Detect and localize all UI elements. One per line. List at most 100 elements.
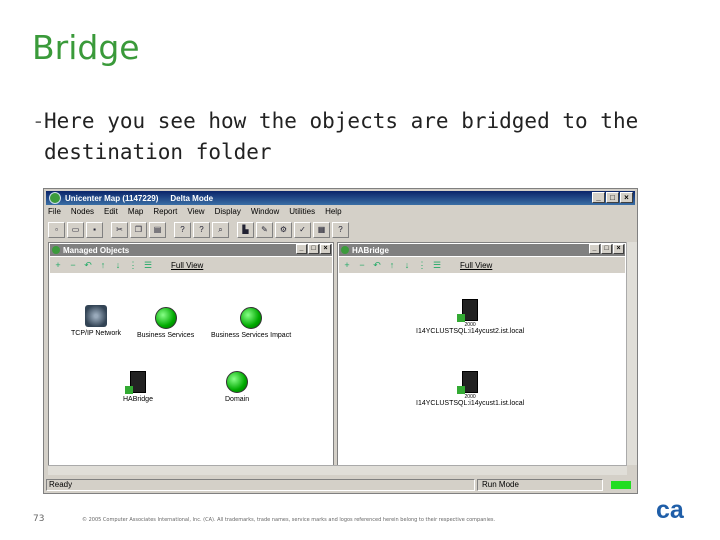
server-icon	[124, 371, 146, 394]
pane-icon	[52, 246, 60, 254]
pane-toolbar: + − ↶ ↑ ↓ ⋮ ☰ Full View	[50, 257, 332, 273]
check-icon[interactable]: ✓	[294, 222, 311, 238]
menu-window[interactable]: Window	[251, 207, 279, 219]
new-icon[interactable]: ▫	[48, 222, 65, 238]
tree-icon[interactable]: ⋮	[416, 259, 428, 271]
unicenter-map-window: Unicenter Map (1147229) Delta Mode _ □ ×…	[43, 188, 638, 494]
status-ready: Ready	[46, 479, 475, 491]
full-view-button[interactable]: Full View	[171, 261, 203, 270]
chart-edit-icon[interactable]: ✎	[256, 222, 273, 238]
object-label: I14YCLUSTSQL:i14ycust2.ist.local	[416, 328, 525, 335]
pane-minimize-button[interactable]: _	[296, 244, 307, 254]
bullet-dash: -	[32, 109, 45, 133]
object-business-services[interactable]: Business Services	[137, 307, 194, 339]
save-icon[interactable]: ▪	[86, 222, 103, 238]
habridge-title: HABridge	[352, 245, 389, 255]
object-label: Domain	[225, 396, 250, 403]
object-habridge[interactable]: HABridge	[123, 371, 153, 403]
back-icon[interactable]: ↶	[82, 259, 94, 271]
down-icon[interactable]: ↓	[401, 259, 413, 271]
menu-bar: File Nodes Edit Map Report View Display …	[48, 207, 342, 219]
pane-maximize-button[interactable]: □	[308, 244, 319, 254]
chart-icon[interactable]: ▙	[237, 222, 254, 238]
network-globe-icon	[85, 305, 108, 327]
copyright-notice: © 2005 Computer Associates International…	[82, 517, 496, 523]
collapse-icon[interactable]: −	[356, 259, 368, 271]
expand-icon[interactable]: +	[341, 259, 353, 271]
object-cluster-node-1[interactable]: 2000 I14YCLUSTSQL:i14ycust1.ist.local	[416, 371, 524, 407]
query-icon[interactable]: ?	[174, 222, 191, 238]
report-icon[interactable]: ▦	[313, 222, 330, 238]
status-mode: Run Mode	[477, 479, 603, 491]
object-label: HABridge	[123, 396, 153, 403]
expand-icon[interactable]: +	[52, 259, 64, 271]
object-label: TCP/IP Network	[71, 330, 122, 337]
list-icon[interactable]: ☰	[431, 259, 443, 271]
app-title: Unicenter Map (1147229)	[65, 193, 159, 203]
tree-icon[interactable]: ⋮	[127, 259, 139, 271]
help-context-icon[interactable]: ?	[332, 222, 349, 238]
green-ball-icon	[226, 371, 249, 393]
close-button[interactable]: ×	[620, 192, 633, 203]
habridge-title-bar[interactable]: HABridge _ □ ×	[339, 244, 625, 256]
object-cluster-node-2[interactable]: 2000 I14YCLUSTSQL:i14ycust2.ist.local	[416, 299, 524, 335]
app-mode: Delta Mode	[170, 193, 214, 203]
find-icon[interactable]: ⌕	[212, 222, 229, 238]
menu-display[interactable]: Display	[215, 207, 241, 219]
down-icon[interactable]: ↓	[112, 259, 124, 271]
pane-close-button[interactable]: ×	[320, 244, 331, 254]
pane-toolbar: + − ↶ ↑ ↓ ⋮ ☰ Full View	[339, 257, 625, 273]
green-ball-icon	[154, 307, 177, 329]
bullet-point: - Here you see how the objects are bridg…	[32, 106, 672, 168]
bullet-text: Here you see how the objects are bridged…	[44, 109, 639, 164]
horizontal-scrollbar[interactable]	[48, 465, 627, 475]
object-label: Business Services Impact	[211, 332, 292, 339]
menu-help[interactable]: Help	[325, 207, 341, 219]
settings-icon[interactable]: ⚙	[275, 222, 292, 238]
managed-objects-title-bar[interactable]: Managed Objects _ □ ×	[50, 244, 332, 256]
help-icon[interactable]: ?	[193, 222, 210, 238]
menu-report[interactable]: Report	[153, 207, 177, 219]
server-icon	[457, 299, 479, 322]
cut-icon[interactable]: ✂	[111, 222, 128, 238]
menu-utilities[interactable]: Utilities	[289, 207, 315, 219]
pane-minimize-button[interactable]: _	[589, 244, 600, 254]
habridge-pane: HABridge _ □ × + − ↶ ↑ ↓ ⋮ ☰ Full View 2…	[337, 242, 627, 471]
vertical-scrollbar[interactable]	[626, 242, 637, 465]
list-icon[interactable]: ☰	[142, 259, 154, 271]
slide-title: Bridge	[32, 28, 140, 67]
object-label: I14YCLUSTSQL:i14ycust1.ist.local	[416, 400, 525, 407]
object-domain[interactable]: Domain	[225, 371, 249, 403]
menu-map[interactable]: Map	[128, 207, 144, 219]
object-business-services-impact[interactable]: Business Services Impact	[211, 307, 291, 339]
collapse-icon[interactable]: −	[67, 259, 79, 271]
app-icon	[49, 192, 61, 204]
object-label: Business Services	[137, 332, 195, 339]
open-icon[interactable]: ▭	[67, 222, 84, 238]
back-icon[interactable]: ↶	[371, 259, 383, 271]
minimize-button[interactable]: _	[592, 192, 605, 203]
pane-close-button[interactable]: ×	[613, 244, 624, 254]
status-bar: Ready Run Mode	[46, 479, 635, 491]
ca-logo: ca	[656, 496, 685, 522]
server-icon	[457, 371, 479, 394]
up-icon[interactable]: ↑	[97, 259, 109, 271]
menu-edit[interactable]: Edit	[104, 207, 118, 219]
menu-nodes[interactable]: Nodes	[71, 207, 94, 219]
managed-objects-title: Managed Objects	[63, 245, 130, 255]
pane-maximize-button[interactable]: □	[601, 244, 612, 254]
menu-view[interactable]: View	[187, 207, 204, 219]
copy-icon[interactable]: ❐	[130, 222, 147, 238]
up-icon[interactable]: ↑	[386, 259, 398, 271]
maximize-button[interactable]: □	[606, 192, 619, 203]
ca-logo-text: ca	[656, 496, 685, 522]
full-view-button[interactable]: Full View	[460, 261, 492, 270]
managed-objects-pane: Managed Objects _ □ × + − ↶ ↑ ↓ ⋮ ☰ Full…	[48, 242, 334, 471]
green-ball-icon	[240, 307, 263, 329]
menu-file[interactable]: File	[48, 207, 61, 219]
paste-icon[interactable]: ▤	[149, 222, 166, 238]
status-indicator	[611, 481, 631, 489]
page-number: 73	[33, 514, 45, 524]
app-title-bar[interactable]: Unicenter Map (1147229) Delta Mode _ □ ×	[46, 191, 635, 205]
object-tcpip-network[interactable]: TCP/IP Network	[71, 305, 121, 337]
